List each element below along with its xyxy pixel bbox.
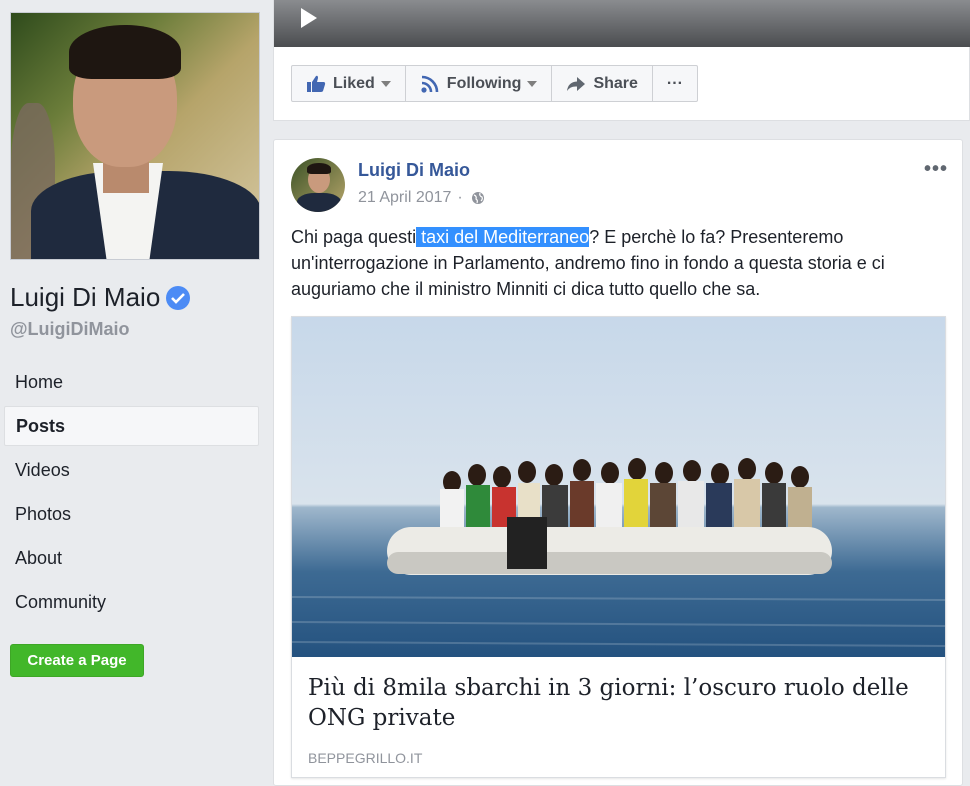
- post-date[interactable]: 21 April 2017: [358, 189, 451, 207]
- author-avatar[interactable]: [291, 158, 345, 212]
- shared-link-card[interactable]: Più di 8mila sbarchi in 3 giorni: l’oscu…: [291, 316, 946, 778]
- play-icon[interactable]: [298, 6, 320, 30]
- cover-video[interactable]: [274, 0, 970, 47]
- post-text-highlighted: taxi del Mediterraneo: [416, 227, 590, 247]
- share-arrow-icon: [567, 76, 586, 91]
- following-label: Following: [446, 74, 522, 92]
- post-card: Luigi Di Maio 21 April 2017 · ••• Chi pa…: [273, 139, 963, 786]
- link-preview-image[interactable]: [292, 317, 945, 657]
- page-action-bar: Liked Following Share ···: [291, 65, 698, 102]
- left-column: Luigi Di Maio @LuigiDiMaio Home Posts Vi…: [0, 0, 272, 786]
- link-domain: BEPPEGRILLO.IT: [308, 750, 423, 766]
- page-nav: Home Posts Videos Photos About Community: [4, 362, 259, 626]
- profile-picture[interactable]: [10, 12, 260, 260]
- page-handle[interactable]: @LuigiDiMaio: [10, 319, 130, 340]
- page-header-card: Liked Following Share ···: [273, 0, 970, 121]
- more-actions-button[interactable]: ···: [653, 66, 697, 101]
- post-meta: 21 April 2017 ·: [358, 189, 485, 207]
- meta-separator: ·: [457, 189, 463, 206]
- post-author-name[interactable]: Luigi Di Maio: [358, 160, 470, 181]
- rss-icon: [421, 75, 439, 93]
- post-text: Chi paga questi taxi del Mediterraneo? E…: [291, 224, 951, 302]
- chevron-down-icon: [380, 80, 391, 87]
- nav-item-posts[interactable]: Posts: [4, 406, 259, 446]
- page-name[interactable]: Luigi Di Maio: [10, 282, 191, 313]
- nav-item-community[interactable]: Community: [4, 582, 259, 622]
- page-name-label[interactable]: Luigi Di Maio: [10, 282, 160, 313]
- liked-label: Liked: [333, 74, 375, 92]
- globe-icon: [471, 192, 484, 204]
- create-page-button[interactable]: Create a Page: [10, 644, 144, 677]
- thumbs-up-icon: [307, 75, 326, 92]
- nav-item-home[interactable]: Home: [4, 362, 259, 402]
- link-title[interactable]: Più di 8mila sbarchi in 3 giorni: l’oscu…: [308, 673, 938, 733]
- nav-item-photos[interactable]: Photos: [4, 494, 259, 534]
- following-button[interactable]: Following: [406, 66, 553, 101]
- post-options-button[interactable]: •••: [924, 158, 948, 181]
- chevron-down-icon: [527, 80, 538, 87]
- verified-badge-icon: [166, 285, 191, 310]
- more-icon: ···: [666, 74, 683, 92]
- nav-item-videos[interactable]: Videos: [4, 450, 259, 490]
- liked-button[interactable]: Liked: [292, 66, 406, 101]
- nav-item-about[interactable]: About: [4, 538, 259, 578]
- share-button[interactable]: Share: [552, 66, 653, 101]
- share-label: Share: [593, 74, 638, 92]
- post-text-start: Chi paga questi: [291, 227, 417, 247]
